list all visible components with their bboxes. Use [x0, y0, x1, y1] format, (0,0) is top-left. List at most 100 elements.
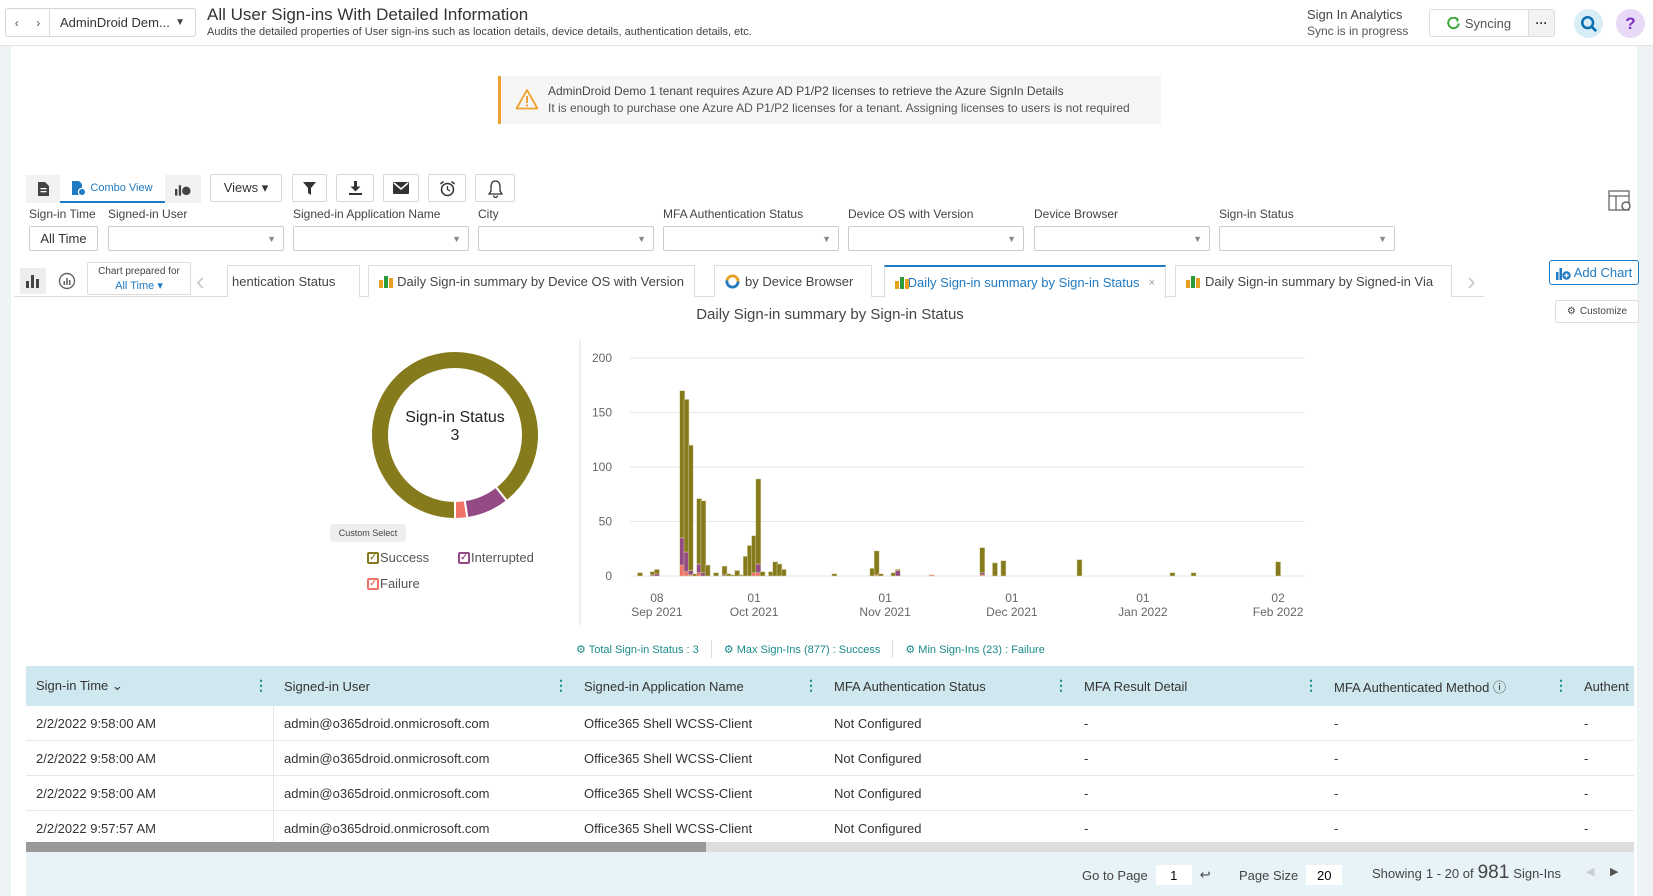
column-header[interactable]: Sign-in Time ⌄ ⋮ — [26, 666, 274, 706]
signin-time-select[interactable]: All Time — [29, 226, 98, 251]
bar-success[interactable] — [1076, 559, 1083, 577]
tenant-selector[interactable]: ‹ › AdminDroid Dem... ▼ — [5, 8, 196, 37]
column-menu-icon[interactable]: ⋮ — [1054, 677, 1068, 694]
sync-main[interactable]: Syncing — [1430, 10, 1528, 36]
filter-button[interactable] — [292, 174, 327, 202]
bar-success[interactable] — [780, 569, 787, 577]
bar-success[interactable] — [895, 569, 901, 571]
alert-button[interactable] — [475, 174, 515, 202]
column-menu-icon[interactable]: ⋮ — [1304, 677, 1318, 694]
stacked-bar-chart: 05010015020008Sep 202101Oct 202101Nov 20… — [579, 340, 1305, 625]
chart-tab[interactable]: hentication Status — [227, 265, 360, 297]
chart-tab-active[interactable]: Daily Sign-in summary by Sign-in Status … — [884, 265, 1166, 298]
device-browser-select[interactable]: ▼ — [1034, 226, 1210, 251]
city-select[interactable]: ▼ — [478, 226, 654, 251]
column-menu-icon[interactable]: ⋮ — [254, 677, 268, 694]
bar-success[interactable] — [755, 478, 762, 565]
checkbox-checked-icon: ✓ — [458, 551, 470, 564]
y-tick-label: 200 — [592, 351, 612, 365]
page-size-input[interactable] — [1306, 865, 1343, 885]
layout-settings-icon[interactable] — [1608, 190, 1632, 212]
next-page-icon[interactable]: ▶ — [1610, 865, 1618, 878]
column-menu-icon[interactable]: ⋮ — [554, 677, 568, 694]
bar-success[interactable] — [713, 572, 719, 577]
mfa-status-select[interactable]: ▼ — [663, 226, 839, 251]
bar-interrupted[interactable] — [654, 573, 660, 577]
custom-select-button[interactable]: Custom Select — [330, 524, 406, 542]
column-header[interactable]: Signed-in Application Name ⋮ — [574, 666, 824, 706]
report-view-tab[interactable] — [26, 175, 60, 203]
forward-icon[interactable]: › — [36, 16, 40, 30]
bar-success[interactable] — [1275, 561, 1281, 577]
export-button[interactable] — [336, 174, 374, 202]
chart-tab[interactable]: Daily Sign-in summary by Signed-in Via — [1175, 265, 1452, 297]
donut-slice-failure[interactable] — [454, 499, 469, 521]
chart-tab-label: hentication Status — [232, 274, 336, 289]
donut-slice-interrupted[interactable] — [463, 485, 509, 520]
sync-label: Syncing — [1464, 15, 1512, 31]
table-row[interactable]: 2/2/2022 9:58:00 AM admin@o365droid.onmic… — [26, 741, 1634, 776]
bar-failure[interactable] — [928, 574, 935, 577]
chart-prepared-label: Chart prepared for — [98, 266, 180, 277]
column-header[interactable]: Authent — [1574, 666, 1634, 706]
bar-success[interactable] — [1190, 572, 1197, 577]
chart-view-tab[interactable] — [165, 175, 201, 203]
column-header[interactable]: Signed-in User ⋮ — [274, 666, 574, 706]
chart-period-selector[interactable]: Chart prepared for All Time ▾ — [87, 262, 191, 295]
scrollbar-thumb[interactable] — [26, 842, 706, 852]
bar-success[interactable] — [1169, 572, 1176, 577]
table-row[interactable]: 2/2/2022 9:58:00 AM admin@o365droid.onmic… — [26, 776, 1634, 811]
bar-success[interactable] — [873, 550, 880, 576]
column-menu-icon[interactable]: ⋮ — [1554, 677, 1568, 694]
bar-interrupted[interactable] — [979, 572, 986, 576]
column-menu-icon[interactable]: ⋮ — [804, 677, 818, 694]
enter-icon[interactable]: ↩ — [1200, 867, 1211, 883]
bar-success[interactable] — [700, 500, 707, 573]
bar-success[interactable] — [637, 572, 643, 577]
combo-view-tab[interactable]: Combo View — [60, 175, 165, 203]
more-options-button[interactable]: ··· — [1528, 10, 1554, 36]
table-row[interactable]: 2/2/2022 9:58:00 AM admin@o365droid.onmic… — [26, 706, 1634, 741]
close-icon[interactable]: × — [1149, 277, 1155, 289]
back-icon[interactable]: ‹ — [15, 16, 19, 30]
right-scrollbar[interactable] — [1637, 46, 1653, 896]
schedule-button[interactable] — [428, 174, 466, 202]
column-header[interactable]: MFA Authentication Status ⋮ — [824, 666, 1074, 706]
bar-success[interactable] — [992, 562, 998, 577]
search-button[interactable] — [1574, 9, 1603, 38]
column-header[interactable]: MFA Result Detail ⋮ — [1074, 666, 1324, 706]
horizontal-scrollbar[interactable] — [26, 842, 1634, 852]
bar-chart-toggle[interactable] — [20, 268, 46, 294]
device-os-select[interactable]: ▼ — [848, 226, 1024, 251]
tabs-next-arrow[interactable]: › — [1467, 266, 1476, 297]
help-button[interactable]: ? — [1616, 9, 1645, 38]
views-dropdown[interactable]: Views ▾ — [210, 174, 282, 202]
tabs-prev-arrow[interactable]: ‹ — [196, 266, 205, 297]
prev-page-icon[interactable]: ◀ — [1586, 865, 1594, 878]
bar-success[interactable] — [704, 564, 711, 577]
goto-page-input[interactable] — [1155, 865, 1192, 885]
bar-success[interactable] — [878, 573, 884, 577]
bar-success[interactable] — [831, 573, 838, 577]
sync-button[interactable]: Syncing ··· — [1429, 9, 1555, 37]
chart-prepared-value: All Time ▾ — [115, 280, 163, 292]
legend-item-failure[interactable]: ✓ Failure — [367, 576, 420, 591]
signed-in-user-select[interactable]: ▼ — [108, 226, 284, 251]
bar-success[interactable] — [687, 444, 694, 571]
legend-item-interrupted[interactable]: ✓ Interrupted — [458, 550, 534, 565]
bar-success[interactable] — [654, 569, 660, 575]
table-row[interactable]: 2/2/2022 9:57:57 AM admin@o365droid.onmic… — [26, 811, 1634, 846]
bar-success[interactable] — [979, 547, 986, 573]
column-header[interactable]: MFA Authenticated Method ⓘ ⋮ — [1324, 666, 1574, 706]
signin-status-select[interactable]: ▼ — [1219, 226, 1395, 251]
chart-tab[interactable]: Daily Sign-in summary by Device OS with … — [368, 265, 695, 297]
add-chart-button[interactable]: Add Chart — [1549, 260, 1639, 285]
chart-tab[interactable]: by Device Browser — [714, 265, 872, 297]
email-button[interactable] — [383, 174, 419, 202]
legend-item-success[interactable]: ✓ Success — [367, 550, 429, 565]
bar-interrupted[interactable] — [895, 570, 901, 577]
bar-success[interactable] — [1000, 560, 1007, 577]
bar-success[interactable] — [759, 571, 766, 577]
chart-refresh-toggle[interactable] — [54, 268, 80, 294]
application-name-select[interactable]: ▼ — [293, 226, 469, 251]
